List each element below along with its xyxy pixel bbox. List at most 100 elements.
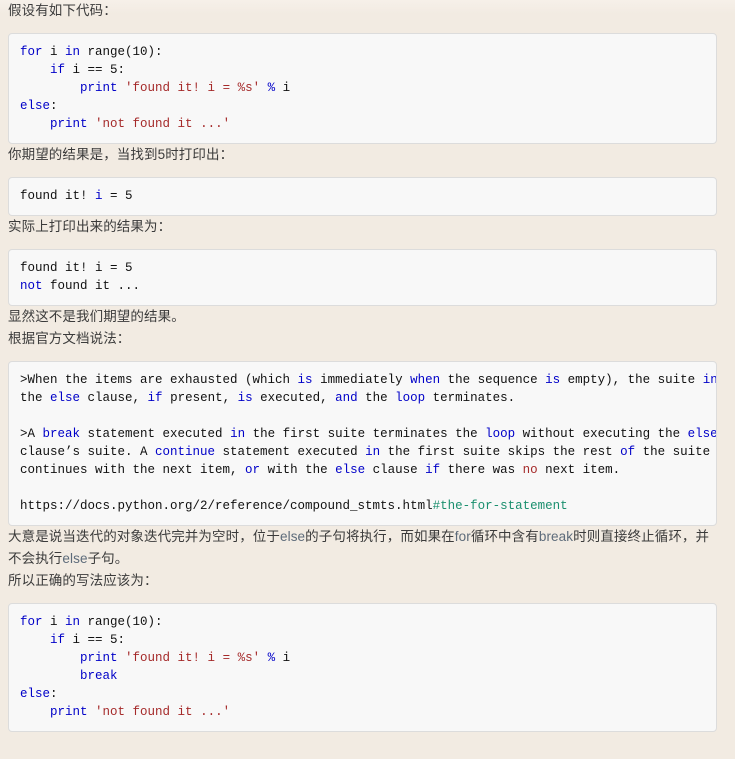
code-line: >When the items are exhausted (which is … <box>20 373 717 387</box>
code-token: break <box>80 669 118 683</box>
code-line: >A break statement executed in the first… <box>20 427 717 441</box>
code-token: statement executed <box>80 427 231 441</box>
code-token: statement executed <box>215 445 366 459</box>
code-token: in <box>702 373 717 387</box>
code-token: empty), the suite <box>560 373 703 387</box>
code-token: the first suite terminates the <box>245 427 486 441</box>
code-token: present, <box>162 391 238 405</box>
code-token: else <box>50 391 81 405</box>
paragraph-correct-way: 所以正确的写法应该为： <box>8 573 158 588</box>
code-line: else: <box>20 687 58 701</box>
code-line: print 'not found it ...' <box>20 705 230 719</box>
code-token: of <box>620 445 636 459</box>
code-token: clause, <box>80 391 148 405</box>
code-token: is <box>545 373 561 387</box>
code-line: print 'found it! i = %s' % i <box>20 651 290 665</box>
code-line: found it! i = 5 <box>20 189 133 203</box>
code-token: print <box>80 651 118 665</box>
code-token: loop <box>485 427 516 441</box>
code-token: % <box>267 81 276 95</box>
code-token: 'found it! i = %s' <box>125 651 261 665</box>
code-token: = 5 <box>102 189 133 203</box>
code-token: is <box>237 391 253 405</box>
code-token: i <box>42 615 66 629</box>
paragraph-obviously: 显然这不是我们期望的结果。 <box>8 309 185 324</box>
code-block-correct-example[interactable]: for i in range(10): if i == 5: print 'fo… <box>8 603 717 732</box>
paragraph-official-doc: 根据官方文档说法： <box>8 331 131 346</box>
code-line: for i in range(10): <box>20 45 163 59</box>
article-body: 假设有如下代码： for i in range(10): if i == 5: … <box>0 0 735 732</box>
paragraph-explanation: 大意是说当迭代的对象迭代完并为空时，位于else的子句将执行，而如果在for循环… <box>8 526 717 570</box>
code-block-official-doc-quote[interactable]: >When the items are exhausted (which is … <box>8 361 717 526</box>
code-token: : <box>50 99 58 113</box>
code-token: 'not found it ...' <box>95 117 231 131</box>
code-token: clause <box>365 463 426 477</box>
code-token: in <box>230 427 246 441</box>
code-token: found it! i = 5 <box>20 261 133 275</box>
code-token: the <box>357 391 396 405</box>
code-line: if i == 5: <box>20 633 125 647</box>
code-token: found it! <box>20 189 96 203</box>
explanation-text-3: 循环中含有 <box>470 529 539 544</box>
code-token: if <box>425 463 441 477</box>
code-token: else <box>20 687 51 701</box>
code-token: i <box>42 45 66 59</box>
code-token: clause’s suite. A <box>20 445 156 459</box>
code-token: is <box>297 373 313 387</box>
code-token: else <box>687 427 717 441</box>
code-token: found it ... <box>42 279 141 293</box>
code-token: executed, <box>252 391 336 405</box>
code-block-expected-output[interactable]: found it! i = 5 <box>8 177 717 216</box>
code-token: print <box>50 117 88 131</box>
code-token: for <box>20 45 43 59</box>
code-token: i <box>275 81 291 95</box>
code-token: i <box>275 651 291 665</box>
explanation-text-2: 的子句将执行，而如果在 <box>305 529 455 544</box>
code-token: else <box>335 463 366 477</box>
code-line: else: <box>20 99 58 113</box>
code-token: 'found it! i = %s' <box>125 81 261 95</box>
code-token: there was <box>440 463 523 477</box>
code-token: with the <box>260 463 336 477</box>
code-token: https://docs.python.org/2/reference/comp… <box>20 499 433 513</box>
code-token: terminates. <box>425 391 516 405</box>
code-line: clause’s suite. A continue statement exe… <box>20 445 716 459</box>
explanation-text-5: 子句。 <box>87 551 129 566</box>
code-block-buggy-example[interactable]: for i in range(10): if i == 5: print 'fo… <box>8 33 717 144</box>
code-token: #the-for-statement <box>432 499 568 513</box>
code-token: in <box>65 45 81 59</box>
inline-token-else-2: else <box>62 551 88 566</box>
code-token: % <box>267 651 276 665</box>
code-token: print <box>50 705 88 719</box>
code-token: if <box>50 633 66 647</box>
code-token: or <box>245 463 261 477</box>
code-token: range(10): <box>80 45 163 59</box>
code-token: >When the items are exhausted (which <box>20 373 298 387</box>
code-token: no <box>522 463 538 477</box>
code-line: not found it ... <box>20 279 140 293</box>
code-token: i == 5: <box>65 63 126 77</box>
code-token: : <box>50 687 58 701</box>
code-token: continues with the next item, <box>20 463 246 477</box>
paragraph-expected: 你期望的结果是，当找到5时打印出： <box>8 147 234 162</box>
code-token: without executing the <box>515 427 688 441</box>
paragraph-actual: 实际上打印出来的结果为： <box>8 219 172 234</box>
code-token: i <box>95 189 103 203</box>
code-token: loop <box>395 391 426 405</box>
inline-token-break: break <box>538 529 574 544</box>
code-token: the sequence <box>440 373 546 387</box>
code-token: and <box>335 391 358 405</box>
code-line: print 'not found it ...' <box>20 117 230 131</box>
code-token: the first suite skips the rest <box>380 445 621 459</box>
code-token: next item. <box>537 463 621 477</box>
code-block-actual-output[interactable]: found it! i = 5 not found it ... <box>8 249 717 306</box>
code-token: for <box>20 615 43 629</box>
